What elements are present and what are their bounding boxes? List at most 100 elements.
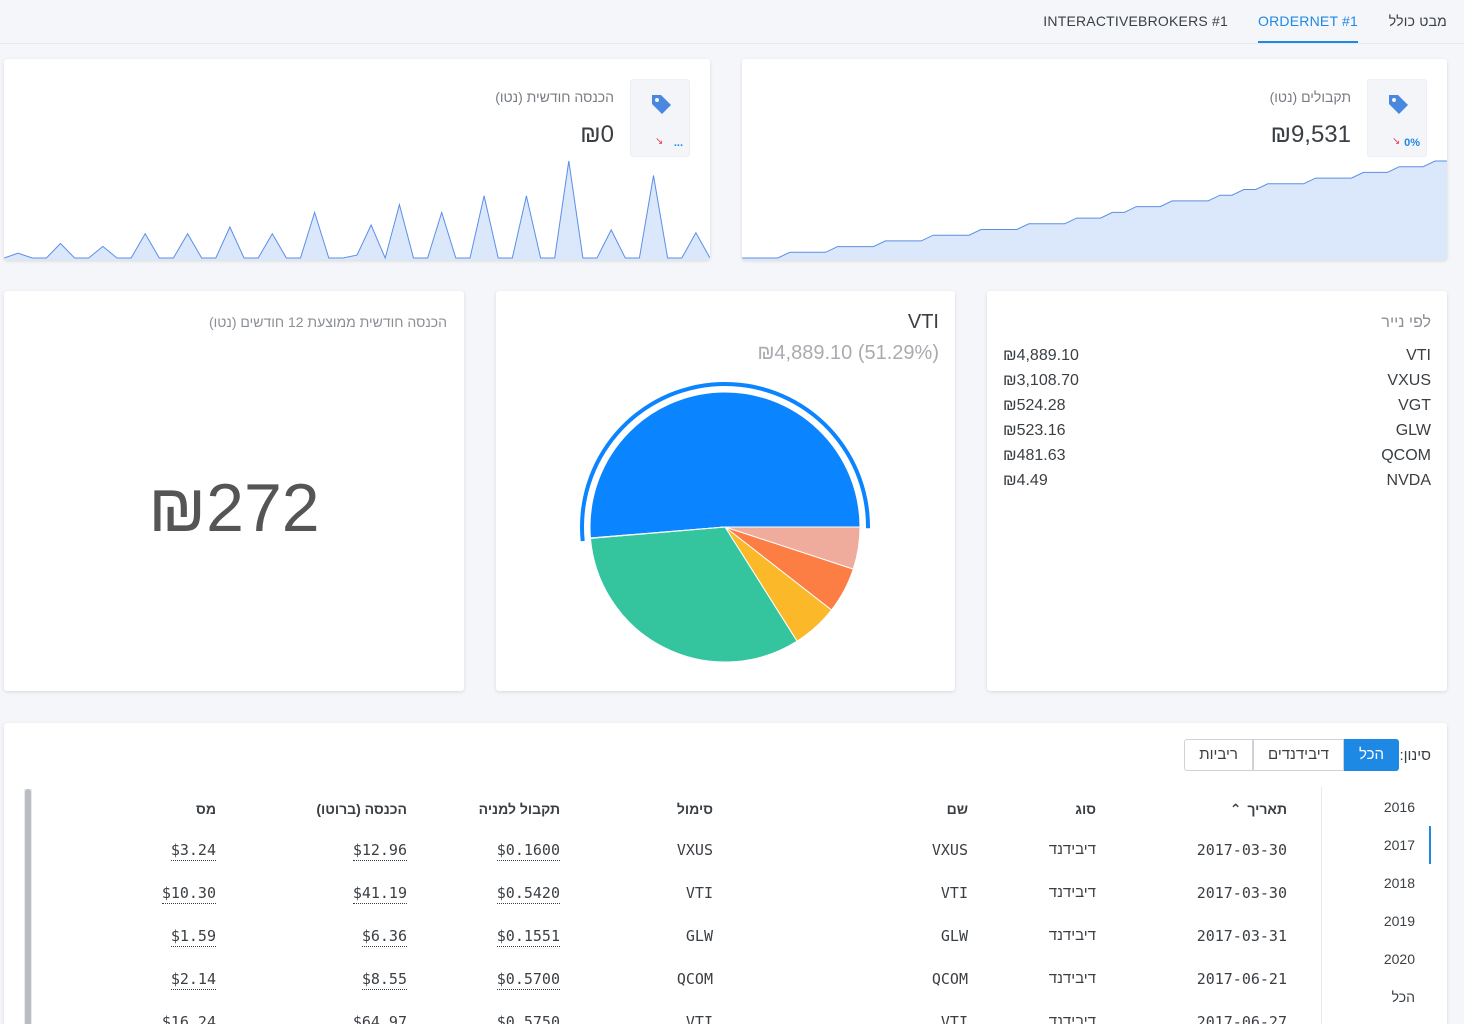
cell-name: VXUS bbox=[931, 841, 968, 859]
avg-income-value: ₪272 bbox=[148, 470, 320, 546]
security-list-item: GLW ₪523.16 bbox=[1003, 422, 1431, 446]
pie-card: VTI ₪4,889.10 (51.29%) bbox=[496, 291, 955, 691]
cell-type: דיבידנד bbox=[1048, 884, 1096, 901]
cell-tax: $3.24 bbox=[170, 841, 216, 861]
cell-per-share: $0.1600 bbox=[496, 841, 560, 861]
column-header-symbol[interactable]: סימול bbox=[677, 801, 713, 817]
security-amount: ₪481.63 bbox=[1003, 447, 1066, 464]
cell-per-share: $0.5750 bbox=[497, 1013, 560, 1024]
by-security-card: לפי נייר VTI ₪4,889.10 VXUS ₪3,108.70 VGT ₪52… bbox=[987, 291, 1447, 691]
kpi-value: ₪9,531 bbox=[1270, 121, 1351, 148]
table-scrollbar-thumb[interactable] bbox=[25, 789, 31, 1024]
monthly-sparkline-area bbox=[4, 161, 710, 260]
security-symbol: VTI bbox=[1406, 347, 1431, 364]
year-2018[interactable]: 2018 bbox=[1384, 875, 1415, 891]
security-amount: ₪4.49 bbox=[1003, 472, 1048, 489]
tab-interactivebrokers[interactable]: INTERACTIVEBROKERS #1 bbox=[1043, 12, 1228, 43]
year-2017[interactable]: 2017 bbox=[1384, 837, 1415, 853]
cell-symbol: VXUS bbox=[676, 841, 713, 859]
receipts-sparkline bbox=[742, 160, 1447, 260]
security-list-item: VGT ₪524.28 bbox=[1003, 397, 1431, 421]
tab-ordernet[interactable]: ORDERNET #1 bbox=[1258, 12, 1358, 43]
cell-date: 2017-06-27 bbox=[1196, 1013, 1287, 1024]
year-2016[interactable]: 2016 bbox=[1384, 799, 1415, 815]
cell-type: דיבידנד bbox=[1048, 1013, 1096, 1024]
cell-tax: $10.30 bbox=[161, 884, 216, 904]
cell-tax: $2.14 bbox=[170, 970, 216, 990]
cell-gross: $8.55 bbox=[361, 970, 407, 990]
cell-tax: $1.59 bbox=[170, 927, 216, 947]
security-symbol: GLW bbox=[1395, 422, 1431, 439]
kpi-title: תקבולים (נטו) bbox=[1269, 89, 1351, 105]
cell-date: 2017-03-30 bbox=[1196, 884, 1287, 902]
cell-gross: $41.19 bbox=[352, 884, 407, 904]
trend-down-icon: ↘ bbox=[1392, 136, 1401, 147]
receipts-sparkline-area bbox=[742, 161, 1447, 260]
tab-overview[interactable]: מבט כולל bbox=[1389, 12, 1447, 43]
year-all[interactable]: הכל bbox=[1392, 989, 1415, 1005]
tag-icon bbox=[1389, 95, 1408, 114]
security-symbol: QCOM bbox=[1381, 447, 1431, 464]
security-amount: ₪523.16 bbox=[1003, 422, 1066, 439]
column-header-date[interactable]: תאריך ⌃ bbox=[1230, 801, 1287, 818]
security-list-item: VTI ₪4,889.10 bbox=[1003, 347, 1431, 371]
security-symbol: NVDA bbox=[1386, 472, 1431, 489]
transactions-card: סינון: הכל דיבידנדים ריביות 2016 2017 20… bbox=[4, 723, 1447, 1024]
by-security-title: לפי נייר bbox=[1381, 314, 1431, 331]
trend-percent: 0% bbox=[1404, 137, 1420, 149]
filter-dividends-button[interactable]: דיבידנדים bbox=[1252, 739, 1344, 771]
security-amount: ₪4,889.10 bbox=[1003, 347, 1079, 364]
cell-per-share: $0.5420 bbox=[496, 884, 560, 904]
cell-gross: $64.97 bbox=[353, 1013, 407, 1024]
trend-down-icon: ↘ bbox=[655, 136, 664, 147]
cell-symbol: VTI bbox=[685, 884, 713, 902]
cell-date: 2017-03-30 bbox=[1196, 841, 1287, 859]
security-pie-chart bbox=[580, 381, 870, 663]
cell-gross: $12.96 bbox=[352, 841, 407, 861]
pie-slice-vti[interactable] bbox=[589, 391, 861, 539]
avg-income-card: הכנסה חודשית ממוצעת 12 חודשים (נטו) ₪272 bbox=[4, 291, 464, 691]
cell-type: דיבידנד bbox=[1048, 927, 1096, 944]
kpi-title: הכנסה חודשית (נטו) bbox=[495, 89, 614, 105]
cell-type: דיבידנד bbox=[1048, 970, 1096, 987]
kpi-value: ₪0 bbox=[580, 121, 614, 148]
account-tabs: מבט כולל ORDERNET #1 INTERACTIVEBROKERS … bbox=[0, 0, 1464, 44]
security-symbol: VXUS bbox=[1387, 372, 1431, 389]
kpi-receipts-card: ↘ 0% תקבולים (נטו) ₪9,531 bbox=[742, 59, 1447, 260]
cell-symbol: QCOM bbox=[676, 970, 713, 988]
year-active-indicator bbox=[1429, 826, 1431, 864]
tag-icon bbox=[652, 95, 671, 114]
cell-name: VTI bbox=[940, 1013, 968, 1024]
column-header-per-share[interactable]: תקבול למניה bbox=[479, 801, 560, 817]
filter-interest-button[interactable]: ריביות bbox=[1184, 739, 1253, 771]
cell-gross: $6.36 bbox=[361, 927, 407, 947]
cell-per-share: $0.5700 bbox=[496, 970, 560, 990]
column-header-type[interactable]: סוג bbox=[1075, 801, 1096, 817]
cell-name: QCOM bbox=[931, 970, 968, 988]
table-scrollbar[interactable] bbox=[24, 789, 32, 1024]
security-symbol: VGT bbox=[1398, 397, 1431, 414]
year-list: 2016 2017 2018 2019 2020 הכל bbox=[1321, 787, 1431, 1024]
cell-tax: $16.24 bbox=[162, 1013, 216, 1024]
filter-label: סינון: bbox=[1399, 747, 1431, 764]
filter-all-button[interactable]: הכל bbox=[1343, 739, 1399, 771]
year-2020[interactable]: 2020 bbox=[1384, 951, 1415, 967]
cell-date: 2017-06-21 bbox=[1196, 970, 1287, 988]
kpi-monthly-card: ↘ ... הכנסה חודשית (נטו) ₪0 bbox=[4, 59, 710, 260]
cell-name: VTI bbox=[940, 884, 968, 902]
year-2019[interactable]: 2019 bbox=[1384, 913, 1415, 929]
security-amount: ₪524.28 bbox=[1003, 397, 1066, 414]
kpi-icon-box: ↘ ... bbox=[630, 79, 690, 157]
column-header-tax[interactable]: מס bbox=[196, 801, 216, 817]
cell-name: GLW bbox=[940, 927, 968, 945]
monthly-sparkline bbox=[4, 160, 710, 260]
column-header-gross[interactable]: הכנסה (ברוטו) bbox=[316, 801, 407, 817]
cell-symbol: VTI bbox=[685, 1013, 713, 1024]
trend-percent: ... bbox=[673, 137, 683, 149]
column-header-name[interactable]: שם bbox=[947, 801, 968, 817]
cell-per-share: $0.1551 bbox=[496, 927, 560, 947]
security-list-item: VXUS ₪3,108.70 bbox=[1003, 372, 1431, 396]
avg-income-title: הכנסה חודשית ממוצעת 12 חודשים (נטו) bbox=[208, 314, 447, 330]
security-list-item: NVDA ₪4.49 bbox=[1003, 472, 1431, 496]
security-amount: ₪3,108.70 bbox=[1003, 372, 1079, 389]
